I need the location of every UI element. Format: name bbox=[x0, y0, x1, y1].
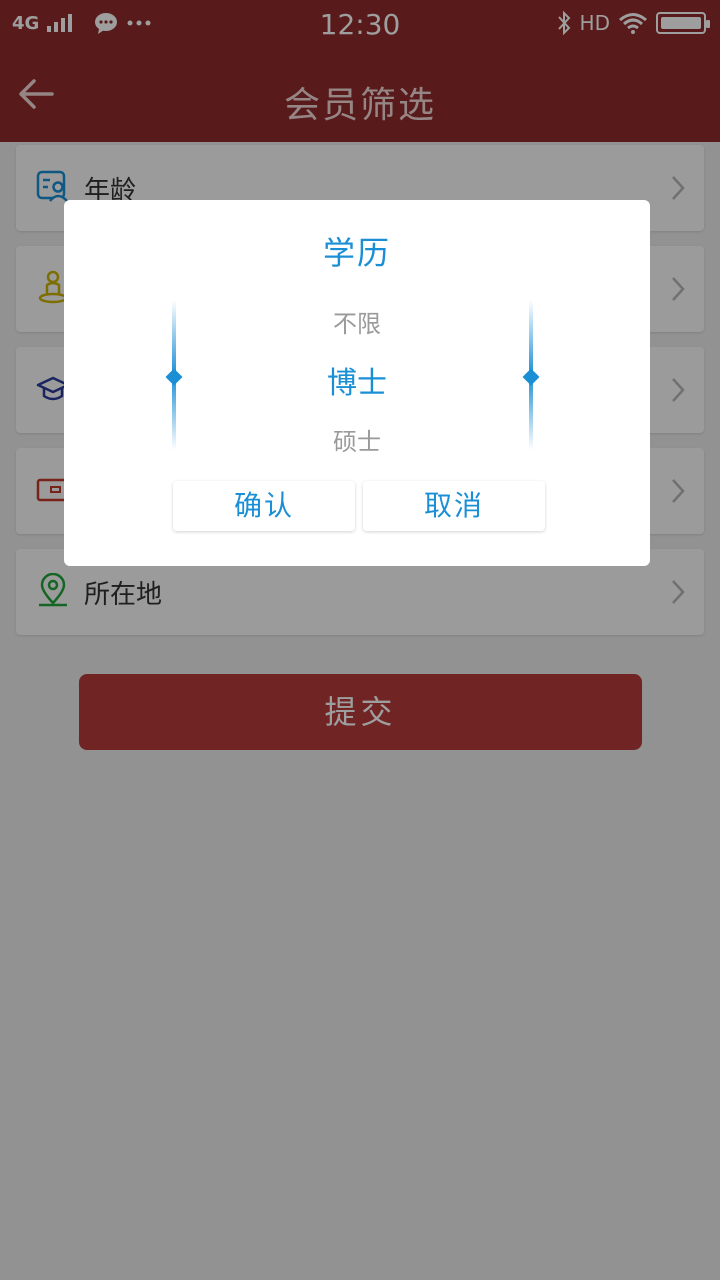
dialog-title: 学历 bbox=[322, 234, 391, 272]
picker-option[interactable]: 不限 bbox=[64, 304, 650, 339]
education-picker-dialog: 学历 不限 博士 硕士 确认 取消 bbox=[64, 200, 650, 566]
picker-option[interactable]: 硕士 bbox=[64, 422, 650, 457]
cancel-button[interactable]: 取消 bbox=[363, 481, 545, 531]
confirm-button[interactable]: 确认 bbox=[173, 481, 355, 531]
picker-wheel[interactable]: 不限 博士 硕士 bbox=[64, 290, 650, 460]
picker-option-selected[interactable]: 博士 bbox=[64, 358, 650, 402]
modal-overlay[interactable] bbox=[0, 0, 720, 1280]
